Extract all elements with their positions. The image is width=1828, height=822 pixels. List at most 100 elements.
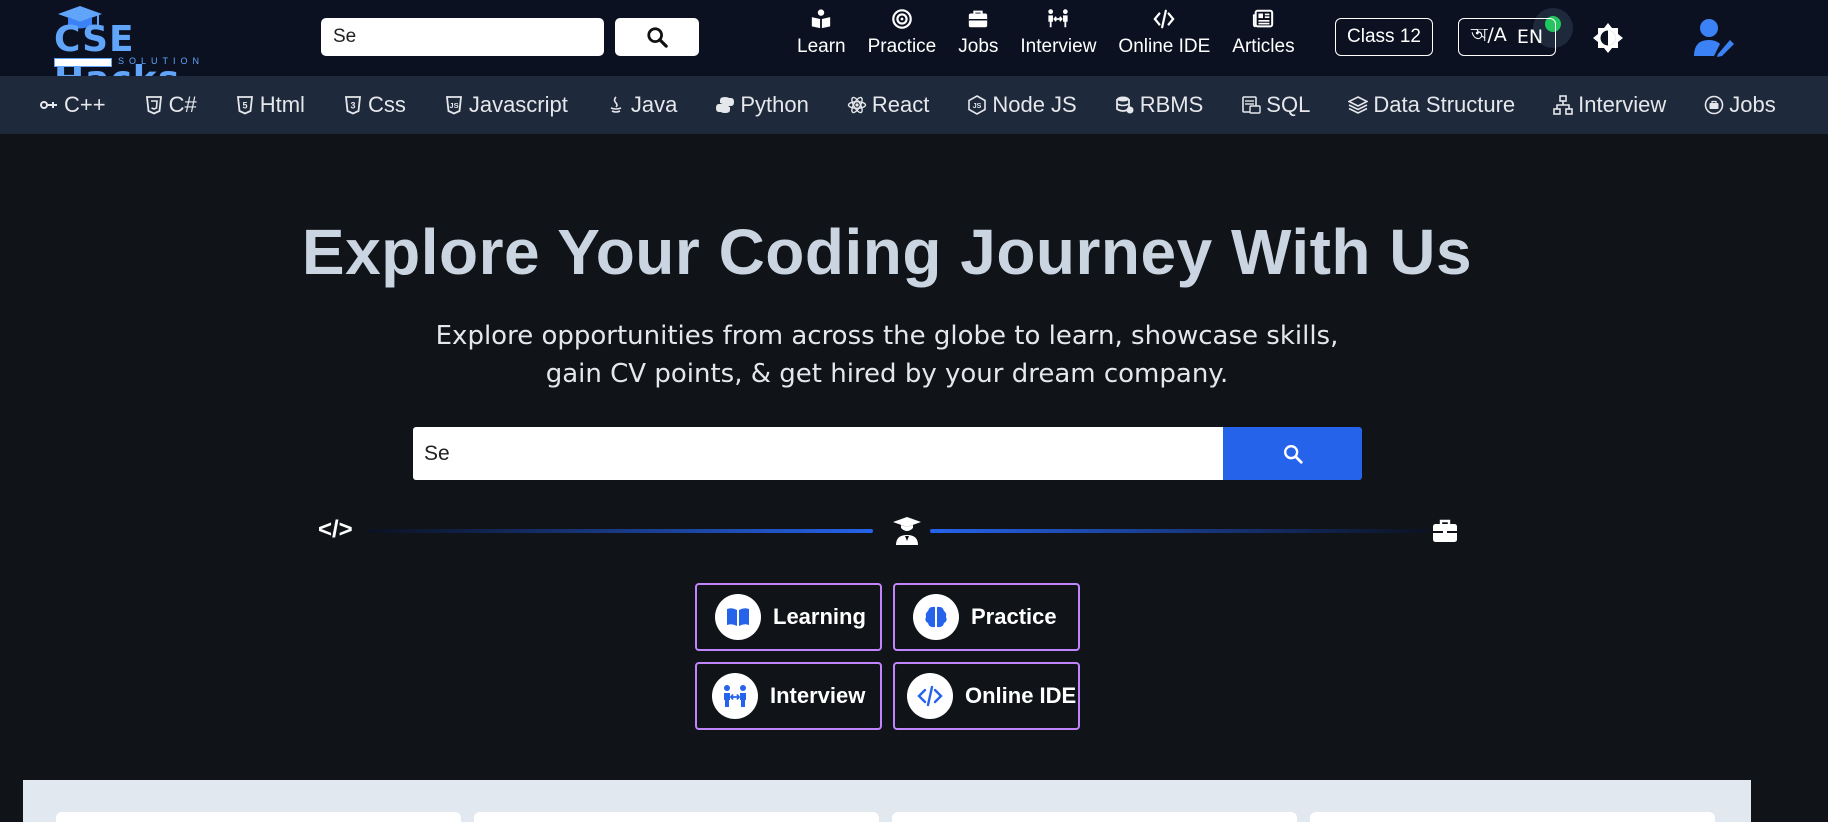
content-card[interactable] <box>474 812 879 822</box>
practice-icon-wrap <box>913 594 959 640</box>
briefcase-circle-icon <box>1704 95 1724 115</box>
book-open-icon <box>727 608 749 626</box>
online-ide-label: Online IDE <box>965 683 1077 708</box>
learning-label: Learning <box>773 604 866 629</box>
js-icon: JS <box>445 96 462 115</box>
topic-sql[interactable]: SQL <box>1222 92 1329 118</box>
nav-articles[interactable]: Articles <box>1221 8 1305 58</box>
topic-data-structure[interactable]: Data Structure <box>1329 92 1534 118</box>
path-line <box>368 529 873 533</box>
code-icon <box>1153 9 1175 29</box>
topic-track: C++ C# 5 Html 3 Css JS Javascript Java P… <box>0 76 1795 134</box>
css3-icon: 3 <box>344 96 361 115</box>
topic-label: Interview <box>1578 92 1667 117</box>
topic-label: SQL <box>1266 92 1311 117</box>
content-panel <box>23 780 1751 822</box>
topic-partial[interactable] <box>0 95 20 115</box>
topic-rbms[interactable]: RBMS <box>1096 92 1223 118</box>
class-select-button[interactable]: Class 12 <box>1335 18 1433 56</box>
path-code-label: </> <box>318 516 353 543</box>
hero-search-input[interactable] <box>413 427 1224 480</box>
briefcase-icon <box>1433 519 1457 542</box>
online-ide-icon-wrap <box>907 673 953 719</box>
topic-label: RBMS <box>1139 92 1204 117</box>
target-icon <box>892 9 912 29</box>
hero-subtitle-line-1: Explore opportunities from across the gl… <box>435 321 1339 351</box>
database-icon <box>1115 96 1134 114</box>
java-icon <box>610 96 622 113</box>
topic-jobs[interactable]: Jobs <box>1685 92 1794 118</box>
topic-label: Javascript <box>468 92 568 117</box>
topic-cpp[interactable]: C++ <box>20 92 125 118</box>
practice-label: Practice <box>971 604 1057 629</box>
cpp-icon <box>40 101 57 109</box>
topic-nodejs[interactable]: JS Node JS <box>948 92 1095 118</box>
topic-label: Data Structure <box>1373 92 1516 117</box>
topic-react[interactable]: React <box>828 92 948 118</box>
interview-label: Interview <box>770 683 866 708</box>
svg-text:3: 3 <box>350 101 355 111</box>
search-icon <box>647 27 668 48</box>
nav-jobs[interactable]: Jobs <box>947 8 1009 58</box>
nav-learn[interactable]: Learn <box>786 8 857 58</box>
python-icon <box>716 97 735 113</box>
path-line <box>930 529 1430 533</box>
header-search-button[interactable] <box>615 18 699 56</box>
code-icon <box>917 685 943 707</box>
topic-css[interactable]: 3 Css <box>324 92 425 118</box>
nodejs-icon: JS <box>968 95 987 115</box>
topic-java[interactable]: Java <box>587 92 696 118</box>
newspaper-icon <box>1253 9 1274 28</box>
nav-online-ide[interactable]: Online IDE <box>1107 8 1221 58</box>
language-toggle[interactable]: অ/A EN <box>1458 18 1556 56</box>
hero-subtitle-line-2: gain CV points, & get hired by your drea… <box>545 359 1229 389</box>
topic-label: C# <box>168 92 197 117</box>
hero-search-button[interactable] <box>1223 427 1362 480</box>
language-bn-label: অ/A <box>1470 24 1507 46</box>
people-arrows-icon <box>1048 9 1069 28</box>
topic-label: Node JS <box>992 92 1077 117</box>
content-card[interactable] <box>1310 812 1715 822</box>
main-nav: Learn Practice Jobs Interview Online IDE… <box>786 8 1306 58</box>
topic-label: Python <box>740 92 809 117</box>
practice-button[interactable]: Practice <box>893 583 1080 651</box>
theme-toggle[interactable] <box>1590 20 1626 56</box>
content-card[interactable] <box>56 812 461 822</box>
topic-html[interactable]: 5 Html <box>216 92 324 118</box>
topic-label: Html <box>259 92 305 117</box>
site-logo[interactable]: CSE Hacks SOLUTION <box>40 6 226 100</box>
topic-label: Jobs <box>1729 92 1776 117</box>
topic-javascript[interactable]: JS Javascript <box>425 92 587 118</box>
online-ide-button[interactable]: Online IDE <box>893 662 1080 730</box>
user-profile-button[interactable] <box>1692 18 1736 58</box>
content-card[interactable] <box>892 812 1297 822</box>
people-arrows-icon <box>724 685 746 707</box>
svg-text:JS: JS <box>973 103 982 110</box>
svg-text:5: 5 <box>242 101 247 111</box>
language-en-label: EN <box>1516 26 1544 48</box>
chevron-left-icon <box>0 95 6 115</box>
hero-subtitle: Explore opportunities from across the gl… <box>0 317 1774 393</box>
topic-python[interactable]: Python <box>696 92 828 118</box>
topic-label: C++ <box>64 92 106 117</box>
topic-csharp[interactable]: C# <box>125 92 216 118</box>
header-search-input[interactable] <box>321 18 604 56</box>
nav-practice[interactable]: Practice <box>857 8 948 58</box>
brain-icon <box>925 606 947 628</box>
logo-tagline: SOLUTION <box>118 56 205 66</box>
nav-practice-label: Practice <box>867 36 937 57</box>
learning-button[interactable]: Learning <box>695 583 882 651</box>
sql-icon <box>1242 96 1261 114</box>
nav-interview[interactable]: Interview <box>1009 8 1107 58</box>
react-icon <box>847 96 867 114</box>
logo-badge <box>54 58 112 67</box>
interview-button[interactable]: Interview <box>695 662 882 730</box>
topic-interview[interactable]: Interview <box>1534 92 1685 118</box>
nav-online-ide-label: Online IDE <box>1118 36 1211 57</box>
brightness-icon <box>1593 23 1623 53</box>
nav-learn-label: Learn <box>797 36 846 57</box>
nav-articles-label: Articles <box>1232 36 1295 57</box>
nav-interview-label: Interview <box>1020 36 1097 57</box>
hero-title: Explore Your Coding Journey With Us <box>301 216 1473 288</box>
top-header: CSE Hacks SOLUTION Learn Practice <box>0 0 1828 100</box>
